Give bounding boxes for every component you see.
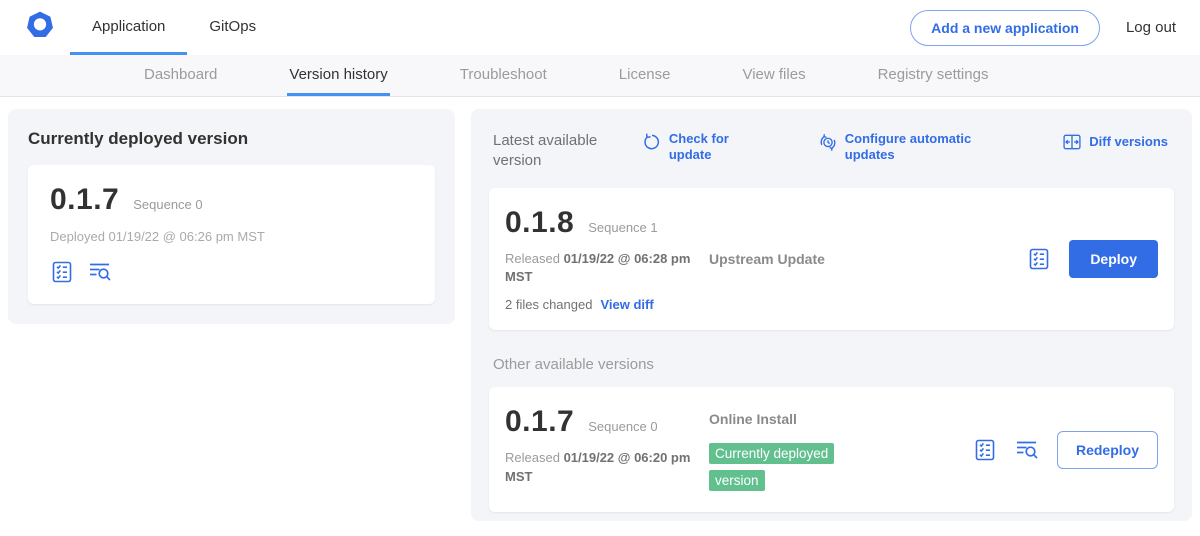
subnav-item-view-files[interactable]: View files (740, 55, 807, 96)
latest-version-card: 0.1.8 Sequence 1 Released 01/19/22 @ 06:… (489, 188, 1174, 331)
other-version-card: 0.1.7 Sequence 0 Released 01/19/22 @ 06:… (489, 387, 1174, 512)
check-for-update-button[interactable]: Check for update (642, 131, 766, 162)
version-actions (50, 260, 413, 284)
badge-wrap: Currently deployed version (709, 441, 869, 494)
version-info: 0.1.8 Sequence 1 Released 01/19/22 @ 06:… (505, 206, 709, 313)
diff-versions-icon (1062, 132, 1082, 152)
files-changed-label: 2 files changed (505, 297, 592, 312)
auto-updates-icon (818, 132, 838, 152)
app-logo-icon (24, 9, 56, 46)
version-source: Upstream Update (709, 249, 1027, 269)
other-versions-title: Other available versions (493, 356, 1170, 373)
sequence-label: Sequence 0 (588, 419, 657, 434)
preflight-checks-icon[interactable] (50, 260, 74, 284)
sequence-label: Sequence 1 (588, 220, 657, 235)
app-subnav: Dashboard Version history Troubleshoot L… (0, 55, 1200, 97)
diff-versions-button[interactable]: Diff versions (1062, 131, 1168, 152)
latest-available-title: Latest available version (493, 131, 642, 172)
available-updates-panel: Latest available version Check for updat… (471, 109, 1192, 521)
deploy-logs-icon[interactable] (88, 260, 112, 284)
sequence-label: Sequence 0 (133, 197, 202, 212)
configure-automatic-updates-button[interactable]: Configure automatic updates (818, 131, 1010, 162)
available-updates-header: Latest available version Check for updat… (489, 127, 1174, 172)
topbar: Application GitOps Add a new application… (0, 0, 1200, 55)
check-for-update-label: Check for update (669, 131, 766, 162)
subnav-item-dashboard[interactable]: Dashboard (142, 55, 219, 96)
logout-button[interactable]: Log out (1100, 19, 1200, 36)
source-label: Online Install (709, 411, 797, 427)
released-timestamp: Released 01/19/22 @ 06:28 pm MST (505, 250, 695, 288)
version-number: 0.1.8 (505, 206, 574, 240)
subnav-item-version-history[interactable]: Version history (287, 55, 389, 96)
released-prefix: Released (505, 251, 560, 266)
subnav-item-troubleshoot[interactable]: Troubleshoot (458, 55, 549, 96)
source-label: Upstream Update (709, 251, 825, 267)
topbar-right: Add a new application Log out (910, 0, 1200, 55)
released-timestamp: Released 01/19/22 @ 06:20 pm MST (505, 449, 695, 487)
version-card-actions: Redeploy (973, 405, 1158, 494)
deployed-timestamp: Deployed 01/19/22 @ 06:26 pm MST (50, 229, 413, 244)
version-card-actions: Deploy (1027, 206, 1158, 313)
currently-deployed-badge: Currently deployed version (709, 443, 834, 490)
subnav-item-license[interactable]: License (617, 55, 673, 96)
spacer (889, 405, 973, 494)
tab-gitops[interactable]: GitOps (187, 0, 278, 55)
released-prefix: Released (505, 450, 560, 465)
diff-versions-label: Diff versions (1089, 134, 1168, 150)
redeploy-button[interactable]: Redeploy (1057, 431, 1158, 469)
check-update-icon (642, 132, 662, 152)
currently-deployed-title: Currently deployed version (28, 129, 435, 149)
version-number: 0.1.7 (505, 405, 574, 439)
view-diff-link[interactable]: View diff (600, 297, 653, 312)
version-number: 0.1.7 (50, 183, 119, 217)
currently-deployed-card: 0.1.7 Sequence 0 Deployed 01/19/22 @ 06:… (28, 165, 435, 304)
add-new-application-button[interactable]: Add a new application (910, 10, 1100, 46)
preflight-checks-icon[interactable] (1027, 247, 1051, 271)
app-logo[interactable] (0, 0, 70, 55)
preflight-checks-icon[interactable] (973, 438, 997, 462)
main-content: Currently deployed version 0.1.7 Sequenc… (0, 97, 1200, 533)
files-changed-row: 2 files changed View diff (505, 297, 709, 312)
version-info: 0.1.7 Sequence 0 Released 01/19/22 @ 06:… (505, 405, 709, 494)
subnav-item-registry-settings[interactable]: Registry settings (876, 55, 991, 96)
version-source: Online Install Currently deployed versio… (709, 405, 889, 494)
tab-application[interactable]: Application (70, 0, 187, 55)
top-tabs: Application GitOps (70, 0, 278, 55)
deploy-button[interactable]: Deploy (1069, 240, 1158, 278)
configure-automatic-updates-label: Configure automatic updates (845, 131, 1010, 162)
currently-deployed-panel: Currently deployed version 0.1.7 Sequenc… (8, 109, 455, 324)
deploy-logs-icon[interactable] (1015, 438, 1039, 462)
version-row: 0.1.7 Sequence 0 (50, 183, 413, 217)
